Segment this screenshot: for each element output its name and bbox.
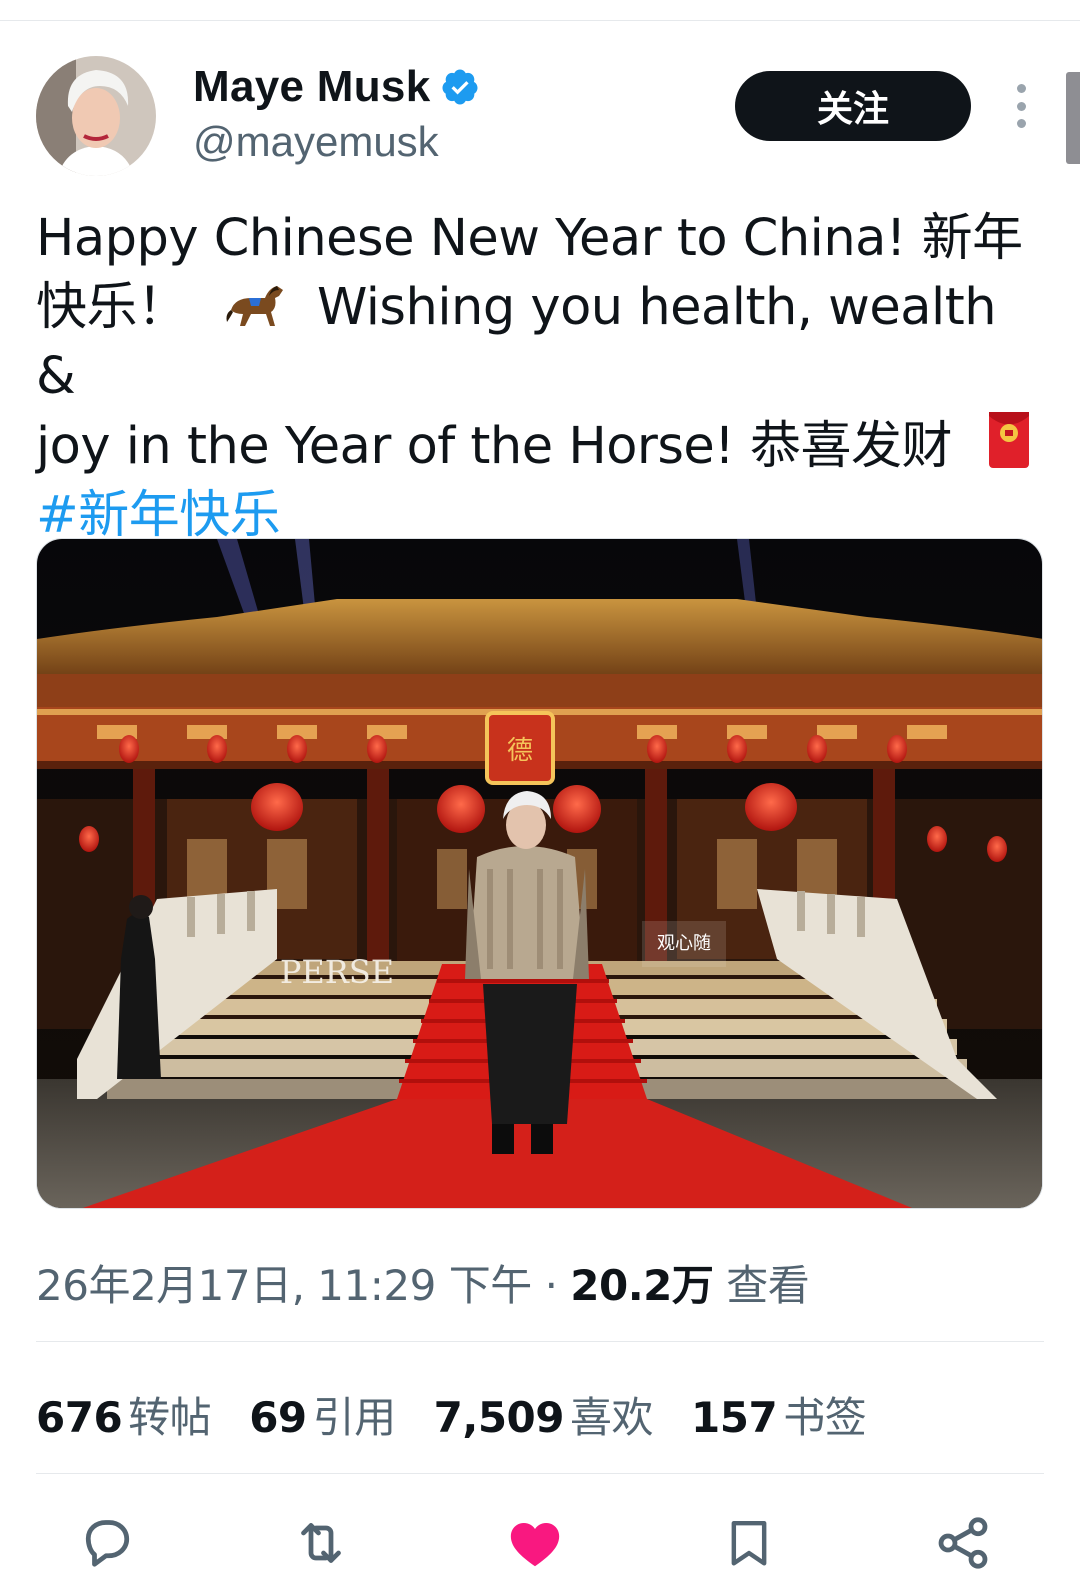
retweet-icon[interactable] <box>286 1508 356 1578</box>
sign-left: PERSE <box>280 953 394 991</box>
action-bar <box>0 1508 1080 1578</box>
timestamp[interactable]: 26年2月17日, 11:29 下午 <box>36 1261 532 1310</box>
stat-bookmarks[interactable]: 157 书签 <box>691 1384 867 1445</box>
share-icon[interactable] <box>928 1508 998 1578</box>
tweet-line-3: joy in the Year of the Horse! 恭喜发财 <box>36 417 952 476</box>
stat-likes[interactable]: 7,509 喜欢 <box>434 1384 654 1445</box>
stat-reposts[interactable]: 676 转帖 <box>36 1384 212 1445</box>
red-envelope-emoji-icon <box>988 412 1029 468</box>
horse-emoji-icon <box>226 286 284 326</box>
divider <box>36 1473 1044 1474</box>
more-options-icon[interactable] <box>1004 84 1038 128</box>
tweet-text: Happy Chinese New Year to China! 新年 快乐！ … <box>36 204 1036 550</box>
scrollbar-thumb[interactable] <box>1066 72 1080 164</box>
avatar[interactable] <box>36 56 156 176</box>
divider <box>36 1341 1044 1342</box>
view-label: 查看 <box>726 1261 810 1310</box>
stat-quotes[interactable]: 69 引用 <box>249 1384 396 1445</box>
follow-button[interactable]: 关注 <box>735 71 971 141</box>
author-handle[interactable]: @mayemusk <box>193 118 439 166</box>
top-divider <box>0 20 1080 21</box>
reply-icon[interactable] <box>72 1508 142 1578</box>
plaque-text: 德 <box>507 736 533 766</box>
tweet-meta: 26年2月17日, 11:29 下午 · 20.2万 查看 <box>36 1252 810 1313</box>
tweet-photo[interactable]: 德 PERSE 观心随 <box>36 538 1043 1209</box>
bookmark-icon[interactable] <box>714 1508 784 1578</box>
engagement-stats: 676 转帖 69 引用 7,509 喜欢 157 书签 <box>36 1384 867 1445</box>
author-name[interactable]: Maye Musk <box>193 62 430 112</box>
tweet-line-2a: 快乐！ <box>36 278 188 337</box>
meta-separator: · <box>544 1261 558 1310</box>
tweet-line-1: Happy Chinese New Year to China! 新年 <box>36 209 1023 268</box>
author-name-row[interactable]: Maye Musk <box>193 62 480 112</box>
sign-right: 观心随 <box>657 933 711 954</box>
view-count: 20.2万 <box>570 1261 714 1310</box>
like-icon[interactable] <box>500 1508 570 1578</box>
verified-badge-icon <box>442 69 478 105</box>
hashtag-link[interactable]: #新年快乐 <box>36 486 281 545</box>
